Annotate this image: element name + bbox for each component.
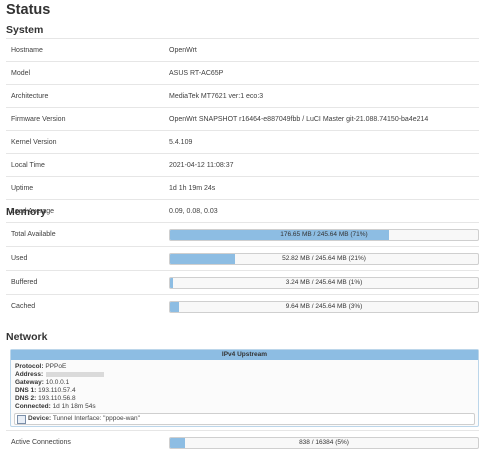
dns1-label: DNS 1: <box>15 387 37 394</box>
row-value: 1d 1h 19m 24s <box>169 185 216 192</box>
connected-label: Connected: <box>15 403 51 410</box>
progress-text: 3.24 MB / 245.64 MB (1%) <box>285 279 363 286</box>
row-label: Uptime <box>11 185 34 192</box>
row-value: 0.09, 0.08, 0.03 <box>169 208 218 215</box>
row-label: Active Connections <box>11 439 71 446</box>
ipv4-upstream-panel: IPv4 Upstream Protocol: PPPoE Address: G… <box>10 349 479 427</box>
device-badge[interactable]: Device: Tunnel Interface: "pppoe-wan" <box>14 413 475 425</box>
memory-row-cached: Cached 9.64 MB / 245.64 MB (3%) <box>6 294 479 318</box>
page-title: Status <box>6 2 51 18</box>
dns1-value: 193.110.57.4 <box>38 387 76 394</box>
row-label: Local Time <box>11 162 45 169</box>
row-label: Cached <box>11 303 36 310</box>
progress-text: 9.64 MB / 245.64 MB (3%) <box>285 303 363 310</box>
row-value: MediaTek MT7621 ver:1 eco:3 <box>169 93 264 100</box>
row-label: Model <box>11 70 31 77</box>
row-value: 5.4.109 <box>169 139 193 146</box>
dns2-label: DNS 2: <box>15 395 37 402</box>
memory-heading: Memory <box>6 206 47 218</box>
progress-bar: 176.65 MB / 245.64 MB (71%) <box>169 229 479 241</box>
tunnel-interface-icon <box>17 415 26 424</box>
progress-text: 52.82 MB / 245.64 MB (21%) <box>282 255 366 262</box>
connected-value: 1d 1h 18m 54s <box>52 403 96 410</box>
network-row-active-connections: Active Connections 838 / 16384 (5%) <box>6 430 479 454</box>
address-label: Address: <box>15 371 44 378</box>
address-redacted <box>46 371 105 377</box>
system-row-architecture: Architecture MediaTek MT7621 ver:1 eco:3 <box>6 84 479 108</box>
row-label: Buffered <box>11 279 38 286</box>
device-label: Device: <box>28 415 52 422</box>
row-label: Firmware Version <box>11 116 66 123</box>
row-label: Kernel Version <box>11 139 57 146</box>
system-row-uptime: Uptime 1d 1h 19m 24s <box>6 176 479 200</box>
gateway-label: Gateway: <box>15 379 44 386</box>
protocol-label: Protocol: <box>15 363 44 370</box>
row-value: ASUS RT-AC65P <box>169 70 224 77</box>
system-row-firmware: Firmware Version OpenWrt SNAPSHOT r16464… <box>6 107 479 131</box>
system-heading: System <box>6 24 44 36</box>
system-row-local-time: Local Time 2021-04-12 11:08:37 <box>6 153 479 177</box>
system-row-load-average: Load Average 0.09, 0.08, 0.03 <box>6 199 479 223</box>
row-value: 2021-04-12 11:08:37 <box>169 162 234 169</box>
row-value: OpenWrt <box>169 47 197 54</box>
row-value: OpenWrt SNAPSHOT r16464-e887049fbb / LuC… <box>169 116 429 123</box>
system-row-kernel: Kernel Version 5.4.109 <box>6 130 479 154</box>
progress-bar: 9.64 MB / 245.64 MB (3%) <box>169 301 479 313</box>
row-label: Total Available <box>11 231 56 238</box>
progress-text: 838 / 16384 (5%) <box>299 439 349 446</box>
progress-bar: 52.82 MB / 245.64 MB (21%) <box>169 253 479 265</box>
upstream-title: IPv4 Upstream <box>11 350 478 360</box>
row-label: Hostname <box>11 47 43 54</box>
network-heading: Network <box>6 331 48 343</box>
progress-bar: 838 / 16384 (5%) <box>169 437 479 449</box>
memory-row-buffered: Buffered 3.24 MB / 245.64 MB (1%) <box>6 270 479 294</box>
system-row-model: Model ASUS RT-AC65P <box>6 61 479 85</box>
memory-row-used: Used 52.82 MB / 245.64 MB (21%) <box>6 246 479 270</box>
gateway-value: 10.0.0.1 <box>45 379 70 386</box>
memory-row-total: Total Available 176.65 MB / 245.64 MB (7… <box>6 222 479 246</box>
system-row-hostname: Hostname OpenWrt <box>6 38 479 62</box>
progress-bar: 3.24 MB / 245.64 MB (1%) <box>169 277 479 289</box>
upstream-details: Protocol: PPPoE Address: Gateway: 10.0.0… <box>15 363 105 411</box>
row-label: Used <box>11 255 28 262</box>
dns2-value: 193.110.56.8 <box>38 395 76 402</box>
progress-text: 176.65 MB / 245.64 MB (71%) <box>280 231 368 238</box>
device-value: Tunnel Interface: "pppoe-wan" <box>52 415 140 422</box>
row-label: Architecture <box>11 93 49 100</box>
device-text: Device: Tunnel Interface: "pppoe-wan" <box>28 414 140 424</box>
protocol-value: PPPoE <box>45 363 67 370</box>
